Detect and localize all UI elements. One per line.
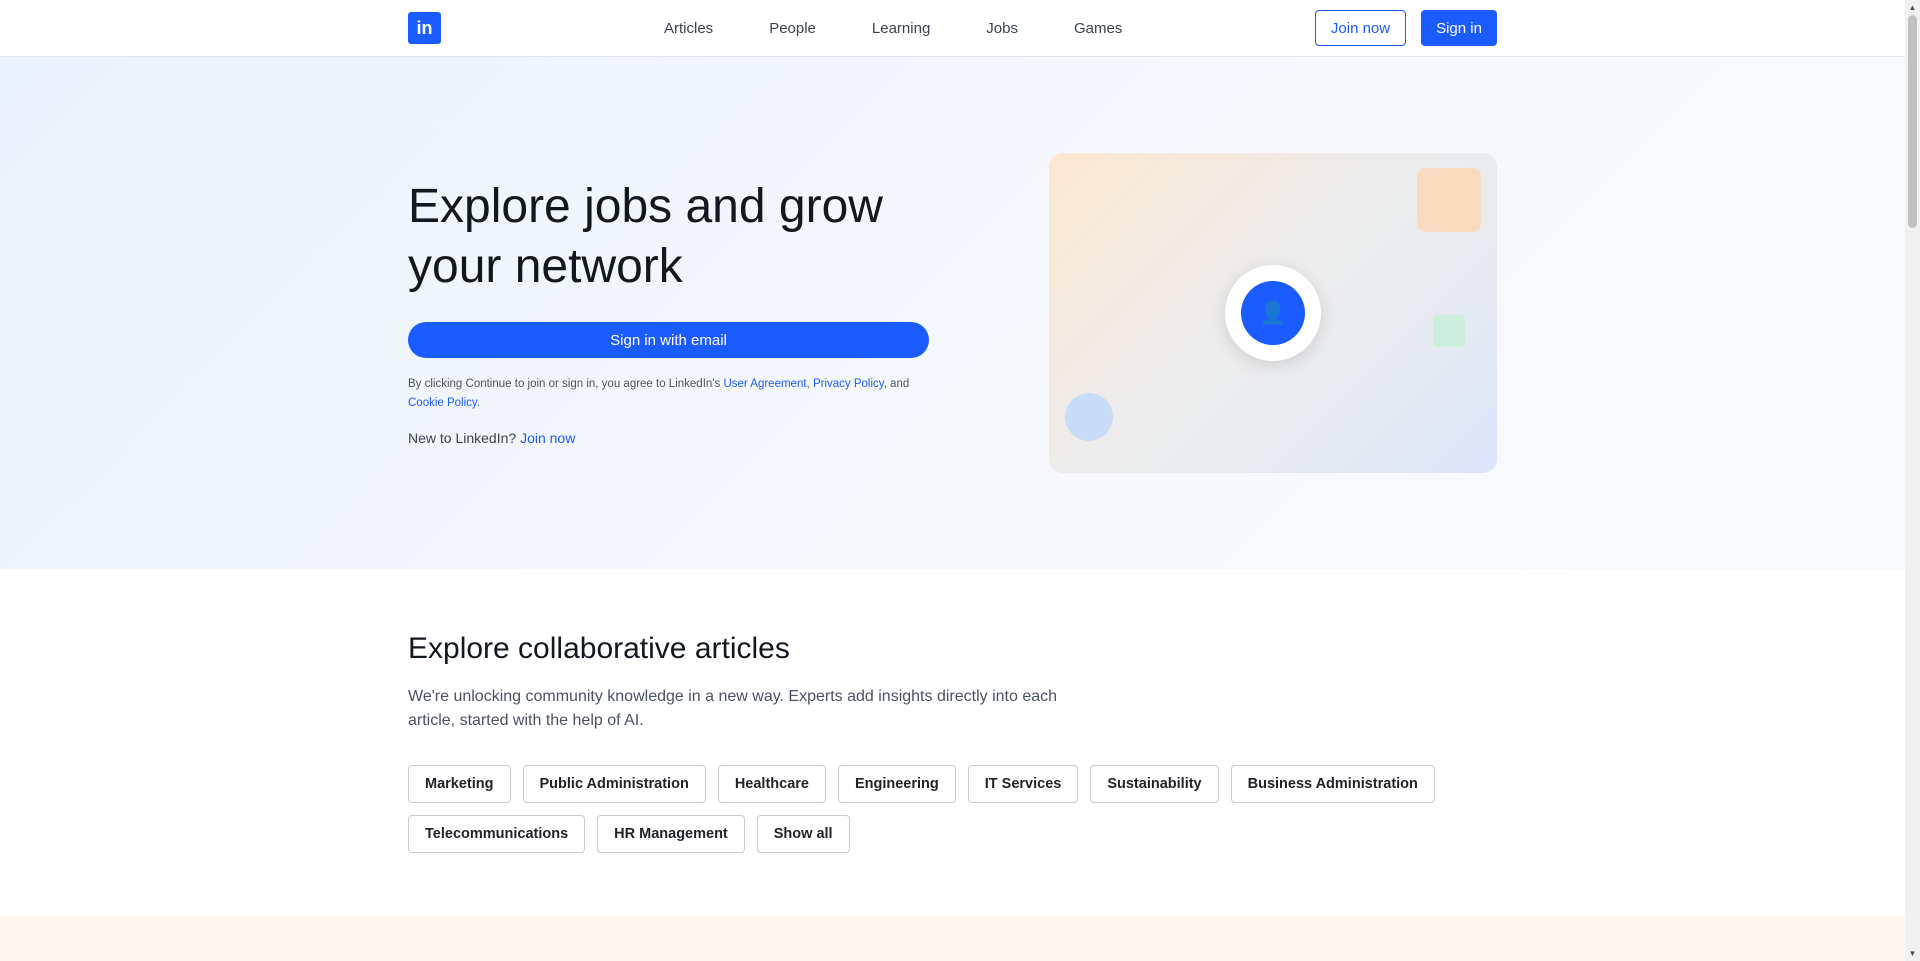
topic-marketing[interactable]: Marketing xyxy=(408,765,511,803)
person-icon: 👤 xyxy=(1241,281,1305,345)
collaborative-articles-section: Explore collaborative articles We're unl… xyxy=(0,569,1905,916)
page: in Articles People Learning Jobs Games J… xyxy=(0,0,1905,961)
hero-join-now-link[interactable]: Join now xyxy=(520,430,575,446)
nav-learning[interactable]: Learning xyxy=(872,20,930,37)
join-now-button[interactable]: Join now xyxy=(1315,10,1406,46)
legal-notice: By clicking Continue to join or sign in,… xyxy=(408,375,928,413)
nav-games[interactable]: Games xyxy=(1074,20,1122,37)
sign-in-button[interactable]: Sign in xyxy=(1421,10,1497,46)
avatar: 👤 xyxy=(1225,265,1321,361)
section-description: We're unlocking community knowledge in a… xyxy=(408,688,1058,729)
privacy-policy-link[interactable]: Privacy Policy xyxy=(813,378,884,390)
hero-section: Explore jobs and grow your network Sign … xyxy=(0,57,1905,569)
nav-people[interactable]: People xyxy=(769,20,816,37)
legal-end: . xyxy=(476,397,481,409)
topic-telecommunications[interactable]: Telecommunications xyxy=(408,815,586,853)
show-all-topics-button[interactable]: Show all xyxy=(756,815,850,853)
topic-public-administration[interactable]: Public Administration xyxy=(522,765,706,803)
legal-sep: , and xyxy=(883,378,910,390)
nav-articles[interactable]: Articles xyxy=(664,20,713,37)
scroll-down-arrow-icon[interactable]: ▼ xyxy=(1905,946,1920,961)
decor-blue-circle xyxy=(1065,393,1113,441)
decor-orange-square xyxy=(1417,168,1481,232)
user-agreement-link[interactable]: User Agreement xyxy=(723,378,806,390)
topic-healthcare[interactable]: Healthcare xyxy=(717,765,826,803)
hero-title: Explore jobs and grow your network xyxy=(408,180,883,293)
hero-illustration: 👤 xyxy=(1049,153,1497,473)
sign-in-with-email-button[interactable]: Sign in with email xyxy=(408,322,929,358)
topic-engineering[interactable]: Engineering xyxy=(837,765,956,803)
section-title: Explore collaborative articles xyxy=(408,632,790,665)
new-to-linkedin-label: New to LinkedIn? xyxy=(408,430,521,446)
legal-prefix: By clicking Continue to join or sign in,… xyxy=(408,378,724,390)
scroll-up-arrow-icon[interactable]: ▲ xyxy=(1905,0,1920,15)
cookie-policy-link[interactable]: Cookie Policy xyxy=(408,397,477,409)
scrollbar-thumb[interactable] xyxy=(1908,15,1917,228)
linkedin-logo[interactable]: in xyxy=(408,12,441,44)
topic-it-services[interactable]: IT Services xyxy=(967,765,1079,803)
top-navbar: in Articles People Learning Jobs Games J… xyxy=(0,0,1905,57)
main-nav: Articles People Learning Jobs Games xyxy=(636,0,1150,56)
topic-business-administration[interactable]: Business Administration xyxy=(1230,765,1435,803)
topic-pills: Marketing Public Administration Healthca… xyxy=(408,765,1468,865)
nav-jobs[interactable]: Jobs xyxy=(986,20,1018,37)
new-to-linkedin: New to LinkedIn? Join now xyxy=(408,430,575,446)
topic-hr-management[interactable]: HR Management xyxy=(597,815,745,853)
decor-green-square xyxy=(1433,315,1465,347)
next-section-band xyxy=(0,916,1905,961)
topic-sustainability[interactable]: Sustainability xyxy=(1090,765,1219,803)
page-scrollbar[interactable]: ▲ ▼ xyxy=(1905,0,1920,961)
